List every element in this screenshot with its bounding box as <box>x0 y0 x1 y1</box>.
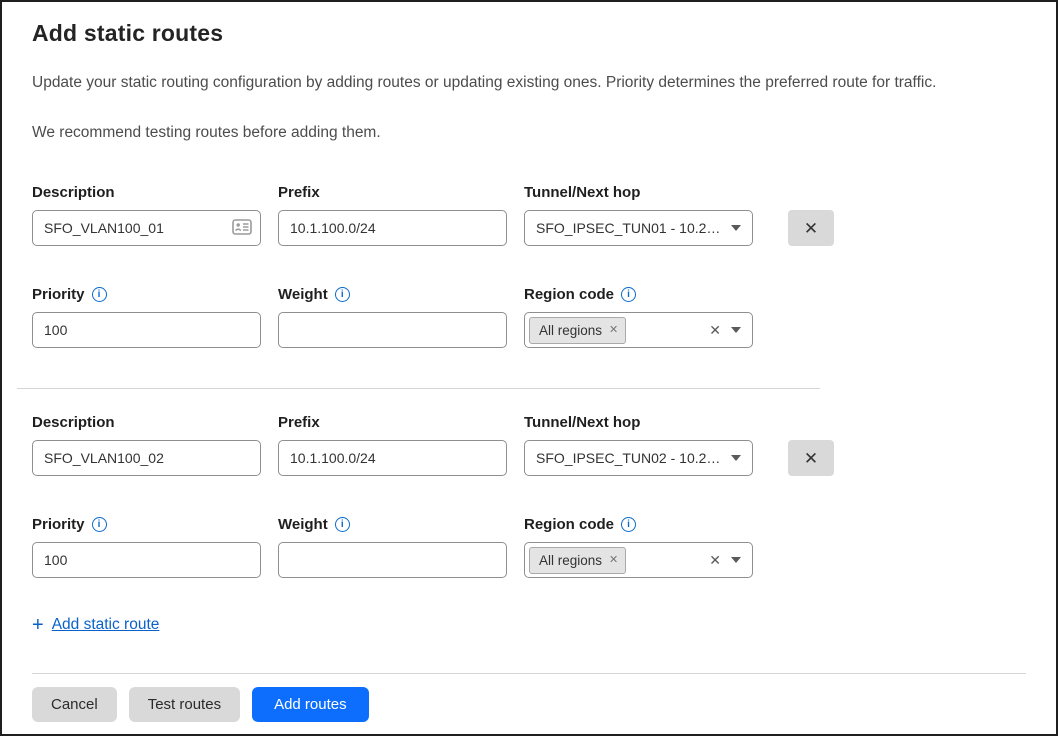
chevron-down-icon <box>731 455 741 461</box>
add-routes-button[interactable]: Add routes <box>252 687 369 722</box>
prefix-label: Prefix <box>278 414 320 431</box>
weight-label: Weight <box>278 286 328 303</box>
priority-label: Priority <box>32 516 85 533</box>
route-2-main-row: Description Prefix Tunnel/Next hop SFO_I <box>32 414 1026 476</box>
prefix-input[interactable] <box>278 210 507 246</box>
region-tag: All regions ✕ <box>529 547 626 574</box>
chevron-down-icon <box>731 327 741 333</box>
route-section-1: Description <box>32 184 1026 348</box>
tunnel-selected-value: SFO_IPSEC_TUN02 - 10.25... <box>536 450 721 466</box>
priority-input[interactable] <box>32 312 261 348</box>
route-2-region-field: Region code i All regions ✕ ✕ <box>524 516 753 578</box>
chevron-down-icon <box>731 557 741 563</box>
route-1-description-field: Description <box>32 184 261 246</box>
clear-selection-icon[interactable]: ✕ <box>709 553 721 567</box>
remove-route-button[interactable]: ✕ <box>788 440 834 476</box>
remove-route-button[interactable]: ✕ <box>788 210 834 246</box>
add-static-routes-dialog: Add static routes Update your static rou… <box>0 0 1058 736</box>
route-1-tunnel-field: Tunnel/Next hop SFO_IPSEC_TUN01 - 10.25.… <box>524 184 753 246</box>
tunnel-selected-value: SFO_IPSEC_TUN01 - 10.25... <box>536 220 721 236</box>
cancel-button[interactable]: Cancel <box>32 687 117 722</box>
region-code-label: Region code <box>524 286 614 303</box>
dialog-content: Add static routes Update your static rou… <box>2 2 1056 636</box>
priority-input[interactable] <box>32 542 261 578</box>
route-1-region-field: Region code i All regions ✕ ✕ <box>524 286 753 348</box>
tunnel-select[interactable]: SFO_IPSEC_TUN01 - 10.25... <box>524 210 753 246</box>
route-2-description-field: Description <box>32 414 261 476</box>
priority-label: Priority <box>32 286 85 303</box>
route-2-secondary-row: Priority i Weight i Region code i <box>32 516 1026 578</box>
region-tag-label: All regions <box>539 553 602 568</box>
weight-label: Weight <box>278 516 328 533</box>
route-2-weight-field: Weight i <box>278 516 507 578</box>
description-label: Description <box>32 414 115 431</box>
intro-line-1: Update your static routing configuration… <box>32 73 1026 92</box>
weight-input[interactable] <box>278 312 507 348</box>
description-label: Description <box>32 184 115 201</box>
footer-divider <box>32 673 1026 674</box>
route-divider <box>17 388 820 389</box>
info-icon[interactable]: i <box>92 517 107 532</box>
clear-selection-icon[interactable]: ✕ <box>709 323 721 337</box>
contact-card-icon[interactable] <box>232 219 252 240</box>
info-icon[interactable]: i <box>335 287 350 302</box>
region-code-label: Region code <box>524 516 614 533</box>
route-1-main-row: Description <box>32 184 1026 246</box>
page-title: Add static routes <box>32 20 1026 47</box>
prefix-label: Prefix <box>278 184 320 201</box>
info-icon[interactable]: i <box>335 517 350 532</box>
tunnel-label: Tunnel/Next hop <box>524 414 640 431</box>
weight-input[interactable] <box>278 542 507 578</box>
tunnel-select[interactable]: SFO_IPSEC_TUN02 - 10.25... <box>524 440 753 476</box>
info-icon[interactable]: i <box>621 517 636 532</box>
add-static-route-link[interactable]: + Add static route <box>32 615 159 635</box>
test-routes-button[interactable]: Test routes <box>129 687 240 722</box>
region-tag-label: All regions <box>539 323 602 338</box>
route-1-secondary-row: Priority i Weight i Region code i <box>32 286 1026 348</box>
info-icon[interactable]: i <box>621 287 636 302</box>
region-code-multiselect[interactable]: All regions ✕ ✕ <box>524 542 753 578</box>
route-1-weight-field: Weight i <box>278 286 507 348</box>
prefix-input[interactable] <box>278 440 507 476</box>
chevron-down-icon <box>731 225 741 231</box>
remove-tag-icon[interactable]: ✕ <box>609 555 618 566</box>
route-2-priority-field: Priority i <box>32 516 261 578</box>
route-1-prefix-field: Prefix <box>278 184 507 246</box>
region-tag: All regions ✕ <box>529 317 626 344</box>
route-2-tunnel-field: Tunnel/Next hop SFO_IPSEC_TUN02 - 10.25.… <box>524 414 753 476</box>
plus-icon: + <box>32 615 44 635</box>
description-input[interactable] <box>32 210 261 246</box>
tunnel-label: Tunnel/Next hop <box>524 184 640 201</box>
route-section-2: Description Prefix Tunnel/Next hop SFO_I <box>32 414 1026 578</box>
region-code-multiselect[interactable]: All regions ✕ ✕ <box>524 312 753 348</box>
info-icon[interactable]: i <box>92 287 107 302</box>
route-2-prefix-field: Prefix <box>278 414 507 476</box>
dialog-footer: Cancel Test routes Add routes <box>2 673 1056 722</box>
description-input[interactable] <box>32 440 261 476</box>
route-1-priority-field: Priority i <box>32 286 261 348</box>
add-static-route-label: Add static route <box>52 616 160 634</box>
remove-tag-icon[interactable]: ✕ <box>609 325 618 336</box>
intro-line-2: We recommend testing routes before addin… <box>32 123 1026 142</box>
